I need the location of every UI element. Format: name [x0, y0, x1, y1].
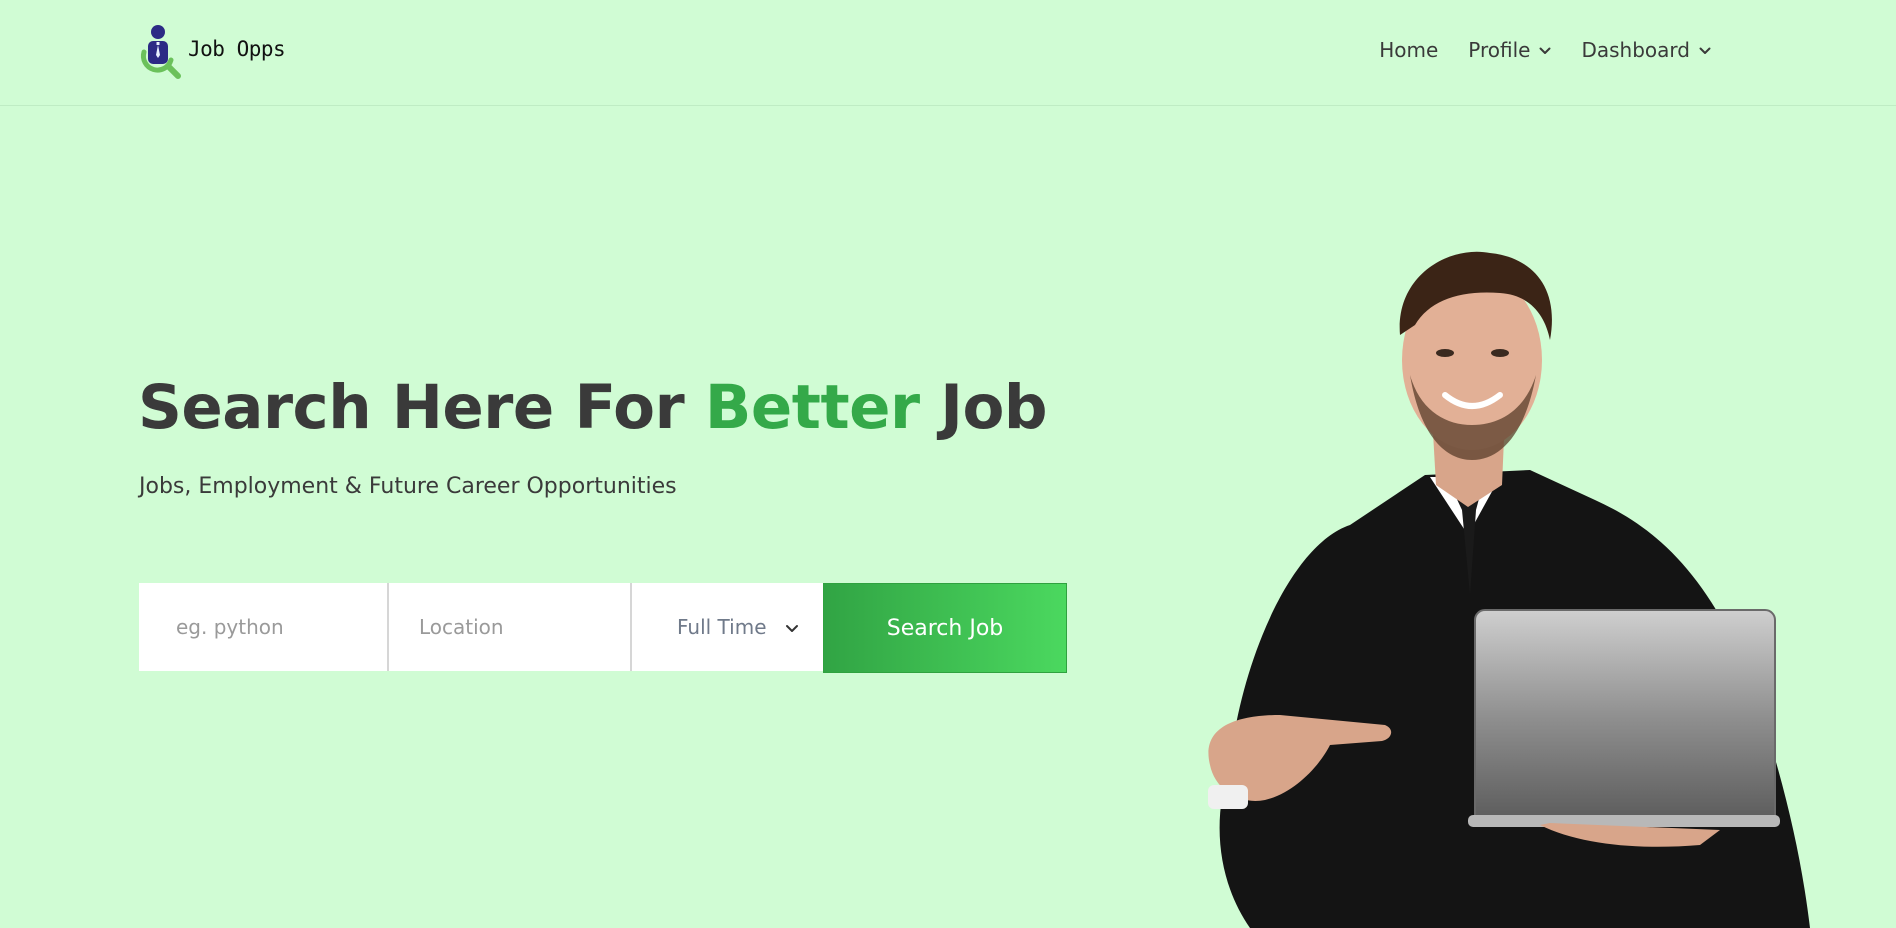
chevron-down-icon: [1539, 47, 1551, 54]
job-search-form: eg. python Location Full Time Search Job: [139, 583, 1067, 673]
brand-name: Job Opps: [188, 37, 286, 61]
nav-item-label: Profile: [1468, 38, 1531, 62]
chevron-down-icon: [785, 624, 798, 632]
chevron-down-icon: [1699, 47, 1711, 54]
nav-item-label: Home: [1379, 38, 1439, 62]
keyword-placeholder: eg. python: [176, 615, 284, 639]
keyword-input[interactable]: eg. python: [139, 583, 389, 671]
nav-item-label: Dashboard: [1581, 38, 1690, 62]
main-nav: Home Profile Dashboard: [1379, 38, 1711, 62]
hero-title-end: Job: [919, 372, 1048, 443]
nav-item-profile[interactable]: Profile: [1468, 38, 1551, 62]
hero-title-start: Search Here For: [138, 372, 705, 443]
hero-subtitle: Jobs, Employment & Future Career Opportu…: [139, 474, 677, 499]
job-seeker-magnifier-icon: [140, 25, 181, 79]
location-input[interactable]: Location: [389, 583, 632, 671]
nav-item-home[interactable]: Home: [1379, 38, 1438, 62]
location-placeholder: Location: [419, 615, 504, 639]
search-job-button-label: Search Job: [886, 615, 1004, 641]
job-type-select[interactable]: Full Time: [632, 583, 823, 671]
hero-title-accent: Better: [704, 372, 920, 443]
brand-logo[interactable]: Job Opps: [138, 22, 286, 80]
job-type-value: Full Time: [677, 615, 767, 639]
nav-item-dashboard[interactable]: Dashboard: [1581, 38, 1711, 62]
search-job-button[interactable]: Search Job: [823, 583, 1067, 673]
site-header: Job Opps Home Profile Dashboard: [0, 0, 1896, 106]
businessman-with-laptop-image: [1208, 251, 1810, 928]
hero-title: Search Here For Better Job: [138, 372, 1048, 443]
